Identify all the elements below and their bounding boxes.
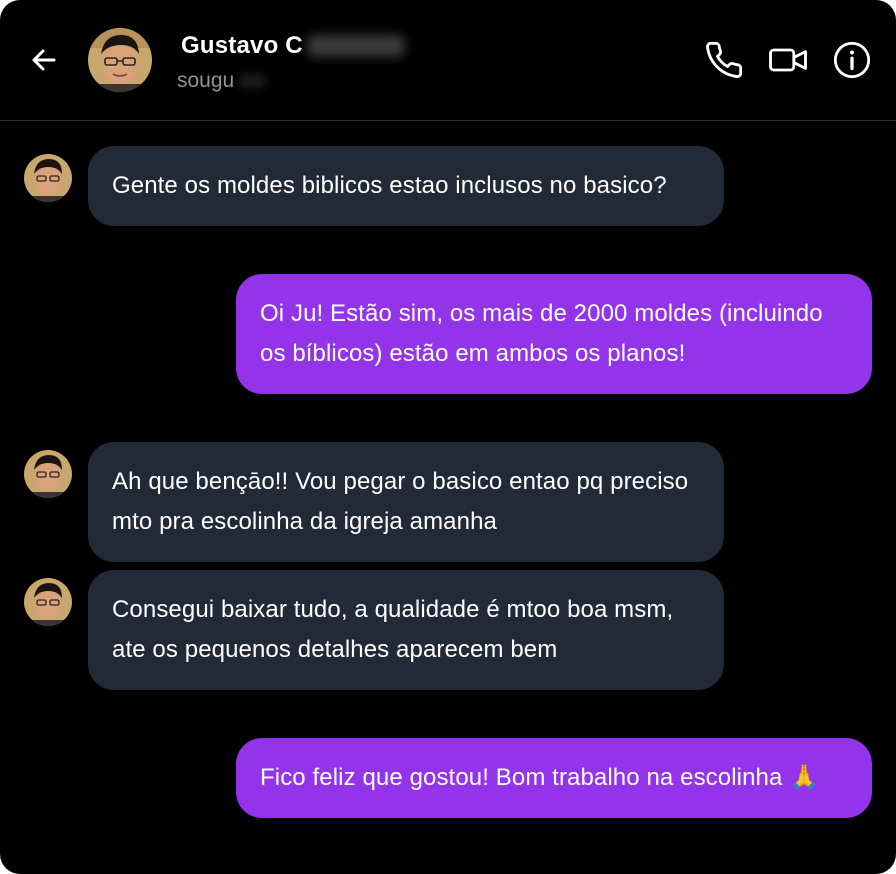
message-bubble-incoming[interactable]: Consegui baixar tudo, a qualidade é mtoo… [88,570,724,690]
contact-name: Gustavo C [181,32,303,59]
contact-info[interactable]: Gustavo C sougu [177,30,405,94]
message-bubble-outgoing[interactable]: Fico feliz que gostou! Bom trabalho na e… [236,738,872,818]
phone-icon [706,41,743,78]
sender-avatar [24,154,72,202]
message-text: Fico feliz que gostou! Bom trabalho na e… [260,764,820,791]
phone-call-button[interactable] [704,40,744,80]
contact-handle: sougu [177,69,235,92]
arrow-left-icon [32,49,56,71]
redacted-handle-blur [238,74,267,88]
message-text: Ah que bençāo!! Vou pegar o basico entao… [112,468,689,535]
message-bubble-incoming[interactable]: Gente os moldes biblicos estao inclusos … [88,146,724,226]
chat-header: Gustavo C sougu [0,0,896,121]
message-bubble-outgoing[interactable]: Oi Ju! Estão sim, os mais de 2000 moldes… [236,274,872,394]
message-list[interactable]: Gente os moldes biblicos estao inclusos … [0,121,896,874]
sender-avatar [24,450,72,498]
video-call-button[interactable] [768,40,808,80]
message-bubble-incoming[interactable]: Ah que bençāo!! Vou pegar o basico entao… [88,442,724,562]
chat-window: Gustavo C sougu Gente os moldes biblicos… [0,0,896,874]
contact-avatar[interactable] [88,28,152,92]
message-text: Gente os moldes biblicos estao inclusos … [112,172,667,199]
sender-avatar [24,578,72,626]
info-icon [833,41,871,79]
message-text: Oi Ju! Estão sim, os mais de 2000 moldes… [260,300,823,367]
message-text: Consegui baixar tudo, a qualidade é mtoo… [112,596,674,663]
redacted-name-blur [306,35,405,57]
video-camera-icon [769,48,807,72]
info-button[interactable] [832,40,872,80]
back-button[interactable] [24,40,64,80]
